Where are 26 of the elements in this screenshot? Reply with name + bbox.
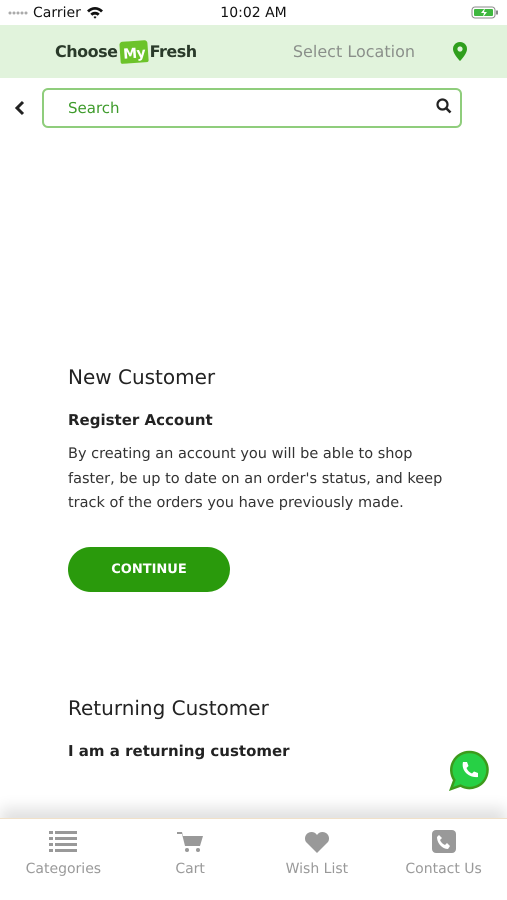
continue-button[interactable]: CONTINUE: [68, 546, 230, 592]
heart-icon: [302, 830, 331, 853]
select-location-link[interactable]: Select Location: [292, 42, 415, 61]
tab-item[interactable]: Contact Us: [380, 829, 507, 900]
section-title: Returning Customer: [68, 696, 269, 720]
carrier-name: Carrier: [33, 4, 81, 20]
section-title: New Customer: [68, 365, 216, 389]
tab-item[interactable]: Cart: [126, 829, 254, 900]
back-icon[interactable]: [14, 100, 26, 116]
tab-item[interactable]: Categories: [0, 829, 127, 900]
description-text: By creating an account you will be able to shop faster, be up to date on an order's status, and keep track of the orders you have previously made.: [68, 445, 443, 513]
chat-bubble-icon[interactable]: [449, 750, 490, 791]
location-pin-icon[interactable]: [453, 42, 467, 61]
section-subtitle: I am a returning customer: [68, 742, 290, 760]
cart-icon: [176, 830, 204, 853]
tab-item[interactable]: Wish List: [254, 829, 380, 900]
search-icon[interactable]: [436, 98, 452, 114]
section-subtitle: Register Account: [68, 411, 213, 429]
phone-icon: [430, 830, 458, 853]
search-field[interactable]: Search: [42, 88, 462, 128]
wifi-icon: [86, 6, 104, 19]
clock-time: 10:02 AM: [219, 4, 288, 20]
list-icon: [49, 830, 78, 853]
logo: Choose My Fresh: [55, 40, 197, 62]
signal-icon: [8, 10, 28, 14]
battery-icon: [471, 6, 500, 19]
